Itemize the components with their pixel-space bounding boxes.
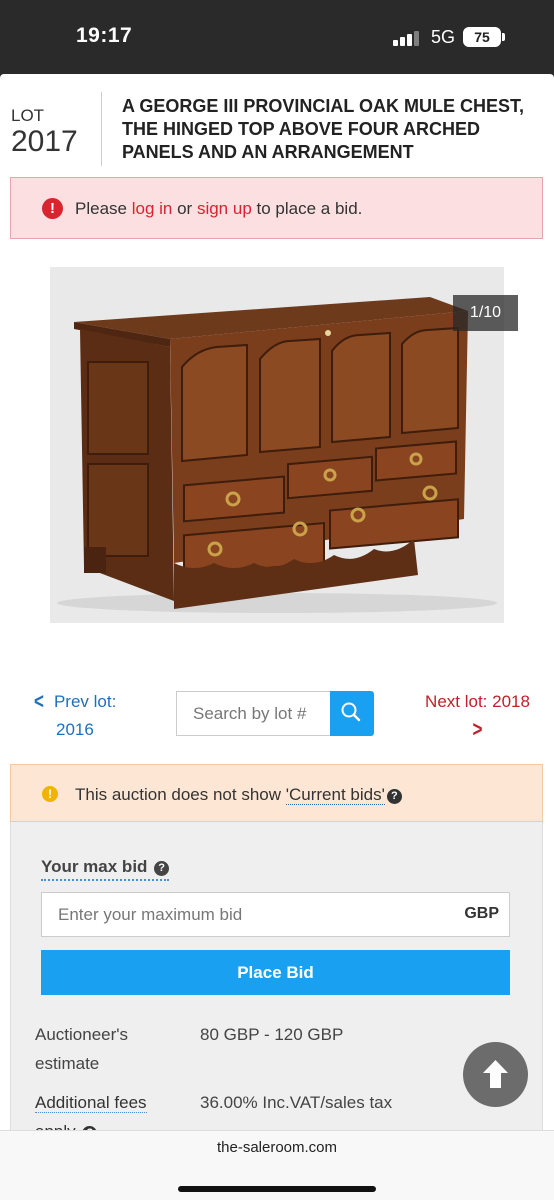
search-button[interactable] — [330, 691, 374, 736]
browser-bottom-bar: the-saleroom.com — [0, 1130, 554, 1200]
home-indicator[interactable] — [178, 1186, 376, 1192]
lot-divider — [101, 92, 102, 166]
battery-icon: 75 — [463, 27, 501, 47]
lot-search-input[interactable] — [176, 691, 331, 736]
fees-label-line1[interactable]: Additional fees — [35, 1093, 147, 1113]
estimate-label-line1: Auctioneer's — [35, 1025, 129, 1044]
login-link[interactable]: log in — [132, 199, 173, 218]
exclamation-circle-icon: ! — [42, 198, 63, 219]
status-strip — [0, 74, 554, 78]
status-bar: 19:17 5G 75 — [0, 0, 554, 78]
max-bid-label-text: Your max bid — [41, 857, 148, 876]
signal-icon — [393, 30, 419, 46]
help-icon[interactable]: ? — [154, 861, 170, 876]
lot-title: A GEORGE III PROVINCIAL OAK MULE CHEST, … — [122, 96, 525, 162]
image-counter: 1/10 — [453, 295, 518, 331]
signup-link[interactable]: sign up — [197, 199, 252, 218]
current-bids-text: This auction does not show 'Current bids… — [75, 785, 402, 805]
alert-middle: or — [177, 199, 193, 218]
status-time: 19:17 — [76, 24, 133, 47]
network-type: 5G — [431, 27, 456, 47]
fees-value: 36.00% Inc.VAT/sales tax — [200, 1093, 393, 1112]
estimate-label: Auctioneer's estimate — [35, 1020, 128, 1078]
lot-number: 2017 — [11, 125, 78, 158]
help-icon[interactable]: ? — [386, 789, 402, 804]
chevron-left-icon: < — [34, 689, 44, 714]
info-text-prefix: This auction does not show — [75, 785, 286, 804]
currency-label: GBP — [464, 905, 499, 922]
alert-suffix: to place a bid. — [256, 199, 363, 218]
current-bids-alert: ! This auction does not show 'Current bi… — [10, 764, 543, 822]
login-alert-text: Please log in or sign up to place a bid. — [75, 199, 362, 219]
next-lot-label: Next lot: 2018 — [425, 692, 530, 711]
lot-image[interactable] — [50, 267, 504, 623]
max-bid-field: GBP — [41, 892, 510, 937]
info-circle-icon: ! — [42, 786, 58, 802]
prev-lot-label: Prev lot: — [53, 692, 117, 711]
estimate-value: 80 GBP - 120 GBP — [200, 1025, 344, 1044]
url-text[interactable]: the-saleroom.com — [0, 1139, 554, 1156]
lot-label: LOT — [11, 106, 45, 125]
arrow-up-icon — [483, 1060, 508, 1088]
search-icon — [341, 702, 361, 722]
chevron-right-icon: > — [472, 717, 483, 742]
place-bid-button[interactable]: Place Bid — [41, 950, 510, 995]
scroll-top-button[interactable] — [463, 1042, 528, 1107]
next-lot-link[interactable]: Next lot: 2018 > — [420, 688, 535, 744]
prev-lot-link[interactable]: < Prev lot: 2016 — [34, 688, 116, 744]
current-bids-link[interactable]: 'Current bids' — [285, 785, 385, 805]
max-bid-label[interactable]: Your max bid ? — [41, 857, 170, 881]
estimate-label-line2: estimate — [35, 1054, 100, 1073]
login-alert: ! Please log in or sign up to place a bi… — [10, 177, 543, 239]
battery-tip — [502, 33, 505, 41]
prev-lot-number: 2016 — [56, 720, 94, 739]
alert-prefix: Please — [75, 199, 127, 218]
max-bid-input[interactable] — [42, 893, 442, 936]
